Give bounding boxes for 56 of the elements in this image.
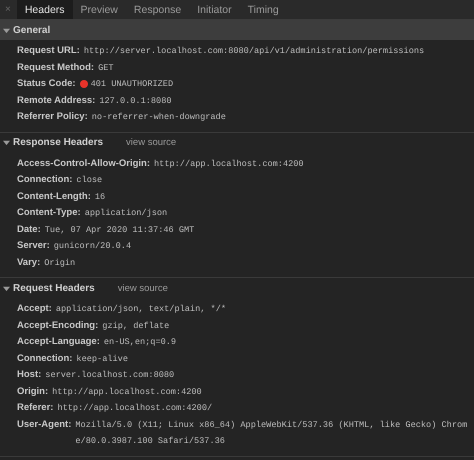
tab[interactable]: Preview — [72, 0, 126, 19]
header-name: Access-Control-Allow-Origin: — [17, 156, 150, 170]
section-title: General — [13, 24, 50, 36]
triangle-icon — [3, 139, 10, 146]
view-source-link[interactable]: view source — [126, 137, 176, 148]
section-header[interactable]: Request Headers view source — [0, 278, 474, 298]
header-name: Status Code: — [17, 77, 76, 91]
header-value: 16 — [94, 190, 106, 204]
header-value: keep-alive — [76, 352, 129, 366]
header-name: User-Agent: — [17, 418, 72, 432]
tab[interactable]: Headers — [16, 0, 73, 19]
header-value: http://app.localhost.com:4200 — [52, 386, 203, 398]
header-value: http://app.localhost.com:4200/ — [57, 402, 214, 415]
header-value: http://server.localhost.com:8080/api/v1/administration/permissions — [84, 45, 426, 58]
tab[interactable]: Response — [126, 0, 190, 19]
header-name: Remote Address: — [17, 94, 96, 108]
section-title: Response Headers — [13, 137, 104, 148]
header-name: Request Method: — [17, 60, 94, 74]
section-header[interactable]: Response Headers view source — [0, 132, 474, 152]
header-name: Date: — [17, 222, 41, 236]
section-header[interactable]: General — [0, 20, 474, 40]
header-name: Vary: — [17, 256, 40, 270]
header-value: Tue, 07 Apr 2020 11:37:46 GMT — [44, 224, 196, 236]
header-value: GET — [98, 62, 115, 74]
header-value: gzip, deflate — [102, 320, 170, 332]
header-value: close — [76, 174, 104, 187]
header-value: 127.0.0.1:8080 — [99, 94, 173, 108]
header-name: Referer: — [17, 401, 54, 415]
header-value: en-US,en;q=0.9 — [104, 336, 178, 349]
header-name: Connection: — [17, 352, 72, 366]
header-name: Content-Type: — [17, 206, 81, 220]
header-name: Request URL: — [17, 44, 80, 58]
header-value: Mozilla/5.0 (X11; Linux x86_64) AppleWebKit/537.36 (KHTML, like Gecko) Chrome/80.0.3987.100 Safari/537.36 — [75, 418, 468, 448]
header-name: Origin: — [17, 384, 48, 398]
header-name: Accept: — [17, 302, 52, 316]
header-value: gunicorn/20.0.4 — [54, 240, 132, 253]
header-name: Content-Length: — [17, 190, 91, 204]
header-name: Connection: — [17, 173, 72, 187]
view-source-link[interactable]: view source — [118, 282, 168, 294]
header-name: Accept-Encoding: — [17, 318, 98, 332]
header-name: Accept-Language: — [17, 335, 100, 349]
header-value: application/json — [84, 207, 168, 220]
header-value: no-referrer-when-downgrade — [92, 111, 227, 124]
header-value: server.localhost.com:8080 — [45, 369, 176, 382]
header-name: Referrer Policy: — [17, 110, 88, 124]
header-name: Host: — [17, 368, 42, 382]
header-value: http://app.localhost.com:4200 — [154, 158, 305, 170]
header-value: 401 UNAUTHORIZED — [90, 78, 174, 91]
tab[interactable]: Initiator — [189, 0, 240, 19]
header-name: Server: — [17, 239, 50, 253]
header-value: application/json, text/plain, */* — [56, 303, 228, 316]
section-title: Request Headers — [13, 282, 95, 294]
header-value: Origin — [44, 256, 76, 270]
triangle-icon — [3, 26, 10, 34]
triangle-icon — [3, 284, 10, 292]
tab[interactable]: Timing — [240, 0, 287, 19]
